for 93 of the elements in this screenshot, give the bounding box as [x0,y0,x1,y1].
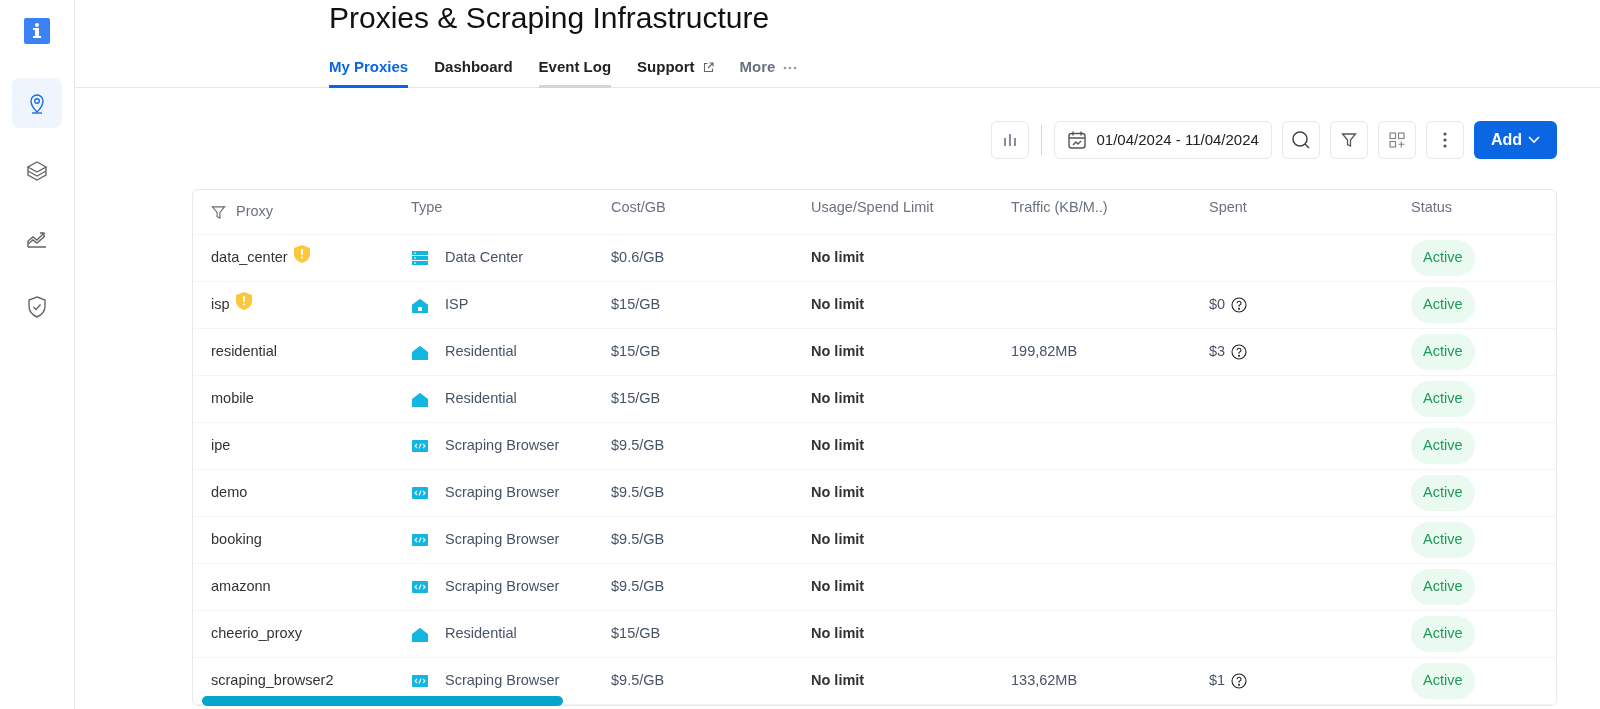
traffic-amount: 199,82MB [1011,342,1078,362]
proxy-name[interactable]: scraping_browser2 [211,670,334,692]
status-badge: Active [1411,428,1475,464]
usage-limit: No limit [811,671,865,691]
search-icon [1290,130,1311,150]
proxy-type: Scraping Browser [445,577,560,597]
cost-per-gb: $15/GB [611,624,661,644]
date-range-picker[interactable]: 01/04/2024 - 11/04/2024 [1053,121,1272,159]
column-header[interactable]: Proxy [236,201,274,223]
add-button[interactable]: Add [1473,121,1557,159]
filter-icon[interactable] [211,204,226,220]
usage-limit: No limit [811,624,865,644]
cost-per-gb: $9.5/GB [611,577,665,597]
calendar-icon [1066,130,1087,150]
cost-per-gb: $9.5/GB [611,436,665,456]
search-button[interactable] [1281,121,1320,159]
proxy-name[interactable]: booking [211,529,262,551]
chart-toggle-button[interactable] [990,121,1029,159]
nav-tab[interactable]: My Proxies [329,56,409,88]
proxy-name[interactable]: residential [211,341,278,363]
proxy-type: Scraping Browser [445,530,560,550]
usage-limit: No limit [811,248,865,268]
proxy-type: Residential [445,624,517,644]
date-range-text: 01/04/2024 - 11/04/2024 [1096,129,1259,150]
layers-icon [25,159,49,183]
spent-amount: $1 [1209,671,1226,691]
spent-amount: $0 [1209,295,1226,315]
proxy-type: Residential [445,389,517,409]
status-badge: Active [1411,334,1475,370]
proxy-type: Residential [445,342,517,362]
nav-tab[interactable]: Event Log [538,56,612,88]
chevron-down-icon [1528,136,1540,144]
usage-limit: No limit [811,342,865,362]
usage-limit: No limit [811,577,865,597]
column-header[interactable]: Spent [1209,197,1247,219]
proxy-type: ISP [445,295,469,315]
traffic-amount: 133,62MB [1011,671,1078,691]
usage-limit: No limit [811,436,865,456]
usage-limit: No limit [811,295,865,315]
filter-icon [1340,132,1357,148]
status-badge: Active [1411,569,1475,605]
cost-per-gb: $15/GB [611,389,661,409]
help-icon[interactable] [1231,297,1248,313]
info-logo-icon [24,18,50,44]
proxy-name[interactable]: ipe [211,435,231,457]
status-badge: Active [1411,240,1475,276]
status-badge: Active [1411,287,1475,323]
status-badge: Active [1411,663,1475,699]
nav-tab[interactable]: More [739,56,776,88]
proxy-type: Data Center [445,248,524,268]
proxy-name[interactable]: demo [211,482,248,504]
status-badge: Active [1411,522,1475,558]
proxy-type: Scraping Browser [445,483,560,503]
cost-per-gb: $0.6/GB [611,248,665,268]
proxy-type: Scraping Browser [445,671,560,691]
cost-per-gb: $9.5/GB [611,530,665,550]
horizontal-dots-icon [783,65,798,70]
status-badge: Active [1411,381,1475,417]
cost-per-gb: $15/GB [611,342,661,362]
grid-plus-icon [1388,132,1405,148]
usage-limit: No limit [811,530,865,550]
proxy-name[interactable]: cheerio_proxy [211,623,303,645]
usage-limit: No limit [811,389,865,409]
scrollbar-thumb[interactable] [202,696,563,706]
help-icon[interactable] [1231,673,1248,689]
status-badge: Active [1411,616,1475,652]
status-badge: Active [1411,475,1475,511]
nav-tab[interactable]: Support [637,56,695,88]
cost-per-gb: $9.5/GB [611,671,665,691]
external-link-icon [702,62,714,74]
proxy-name[interactable]: amazonn [211,576,271,598]
bar-chart-icon [1001,132,1018,148]
nav-tab[interactable]: Dashboard [434,56,513,88]
cost-per-gb: $9.5/GB [611,483,665,503]
filter-button[interactable] [1329,121,1368,159]
usage-limit: No limit [811,483,865,503]
sidebar-item[interactable] [12,78,62,128]
add-widget-button[interactable] [1377,121,1416,159]
cost-per-gb: $15/GB [611,295,661,315]
help-icon[interactable] [1231,344,1248,360]
column-header[interactable]: Usage/Spend Limit [811,197,934,219]
proxy-name[interactable]: mobile [211,388,254,410]
proxy-name[interactable]: isp [211,294,230,316]
proxy-name[interactable]: data_center [211,247,288,269]
page-title: Proxies & Scraping Infrastructure [329,3,770,33]
proxy-type: Scraping Browser [445,436,560,456]
vertical-dots-icon [1442,132,1447,148]
column-header[interactable]: Cost/GB [611,197,666,219]
column-header[interactable]: Status [1411,197,1453,219]
spent-amount: $3 [1209,342,1226,362]
column-header[interactable]: Traffic (KB/M..) [1011,197,1108,219]
column-header[interactable]: Type [411,197,443,219]
shield-check-icon [25,295,49,319]
